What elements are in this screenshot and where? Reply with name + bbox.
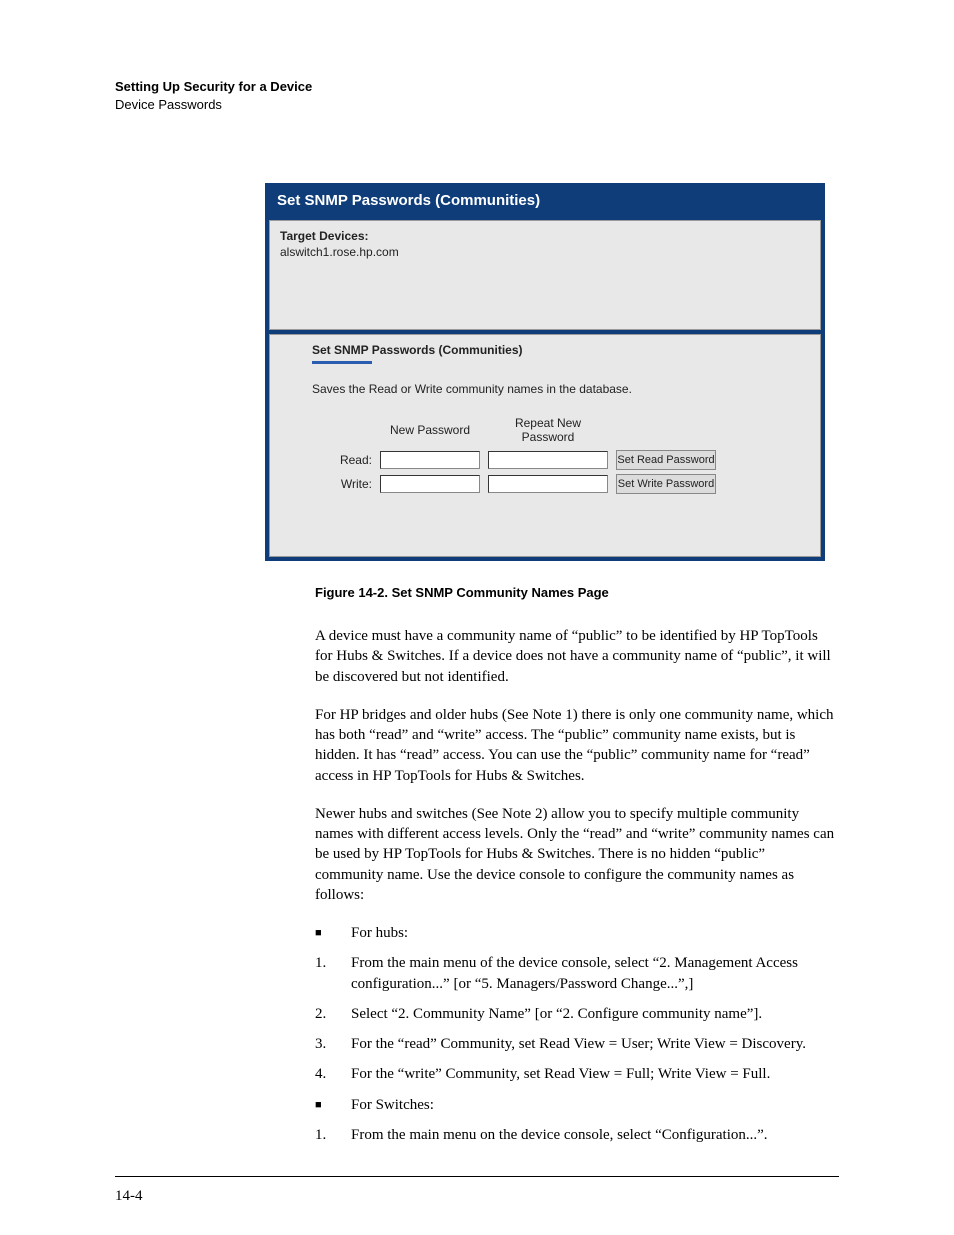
list-item: 2. Select “2. Community Name” [or “2. Co… (315, 1004, 835, 1024)
paragraph: For HP bridges and older hubs (See Note … (315, 705, 835, 786)
set-read-password-button[interactable]: Set Read Password (616, 450, 716, 470)
target-devices-pane: Target Devices: alswitch1.rose.hp.com (269, 220, 821, 330)
list-number: 2. (315, 1004, 351, 1024)
list-number: 1. (315, 1125, 351, 1145)
body-text: A device must have a community name of “… (315, 626, 835, 1145)
read-repeat-password-input[interactable] (488, 451, 608, 469)
list-number: 4. (315, 1064, 351, 1084)
header-subtitle: Device Passwords (115, 96, 839, 114)
list-item-text: For Switches: (351, 1095, 835, 1115)
read-new-password-input[interactable] (380, 451, 480, 469)
grid-header: New Password Repeat New Password (312, 414, 810, 448)
section-description: Saves the Read or Write community names … (280, 364, 810, 396)
list-item-text: From the main menu on the device console… (351, 1125, 835, 1145)
list-number: 3. (315, 1034, 351, 1054)
target-devices-label: Target Devices: (280, 229, 810, 243)
write-repeat-password-input[interactable] (488, 475, 608, 493)
set-write-password-button[interactable]: Set Write Password (616, 474, 716, 494)
write-new-password-input[interactable] (380, 475, 480, 493)
page-header: Setting Up Security for a Device Device … (115, 78, 839, 113)
list-number: 1. (315, 953, 351, 994)
list-item-text: For hubs: (351, 923, 835, 943)
list-item-text: For the “write” Community, set Read View… (351, 1064, 835, 1084)
password-grid: New Password Repeat New Password Read: S… (280, 396, 810, 496)
row-write-label: Write: (312, 477, 372, 491)
list-item: ■ For hubs: (315, 923, 835, 943)
paragraph: Newer hubs and switches (See Note 2) all… (315, 804, 835, 905)
list-item: 1. From the main menu on the device cons… (315, 1125, 835, 1145)
bullet-icon: ■ (315, 1095, 351, 1115)
list-item: 4. For the “write” Community, set Read V… (315, 1064, 835, 1084)
list-item: 1. From the main menu of the device cons… (315, 953, 835, 994)
set-passwords-pane: Set SNMP Passwords (Communities) Saves t… (269, 334, 821, 557)
paragraph: A device must have a community name of “… (315, 626, 835, 687)
row-read-label: Read: (312, 453, 372, 467)
row-read: Read: Set Read Password (312, 448, 810, 472)
col-repeat-password: Repeat New Password (488, 416, 608, 444)
list-item-text: Select “2. Community Name” [or “2. Confi… (351, 1004, 835, 1024)
footer-rule (115, 1176, 839, 1177)
header-title: Setting Up Security for a Device (115, 78, 839, 96)
col-new-password: New Password (380, 423, 480, 437)
list-item: ■ For Switches: (315, 1095, 835, 1115)
row-write: Write: Set Write Password (312, 472, 810, 496)
page-number: 14-4 (115, 1188, 143, 1205)
list-item: 3. For the “read” Community, set Read Vi… (315, 1034, 835, 1054)
figure-caption: Figure 14-2. Set SNMP Community Names Pa… (315, 585, 839, 600)
bullet-icon: ■ (315, 923, 351, 943)
snmp-panel: Set SNMP Passwords (Communities) Target … (265, 183, 825, 561)
list-item-text: For the “read” Community, set Read View … (351, 1034, 835, 1054)
target-devices-value: alswitch1.rose.hp.com (280, 245, 810, 259)
section-title: Set SNMP Passwords (Communities) (280, 343, 810, 357)
panel-title: Set SNMP Passwords (Communities) (265, 183, 825, 220)
list-item-text: From the main menu of the device console… (351, 953, 835, 994)
